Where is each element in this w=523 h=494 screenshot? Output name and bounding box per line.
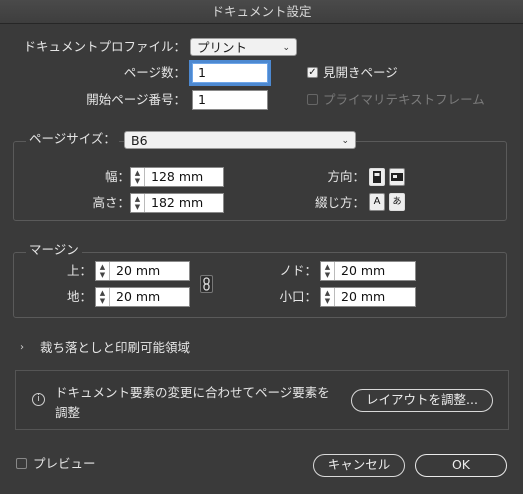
margin-bottom-label: 地：: [66, 289, 92, 304]
info-message-line2: 調整: [55, 405, 81, 420]
link-margins-chain-icon[interactable]: [200, 275, 213, 293]
page-size-select[interactable]: B6 ⌄: [124, 131, 356, 149]
chevron-right-icon[interactable]: ›: [20, 339, 24, 357]
facing-pages-label: 見開きページ: [323, 65, 398, 80]
margin-outside-label: 小口：: [279, 289, 317, 304]
start-page-label: 開始ページ番号：: [86, 92, 186, 107]
pages-input[interactable]: 1: [192, 63, 268, 83]
chevron-down-icon: ⌄: [282, 43, 290, 53]
width-label: 幅：: [104, 169, 130, 184]
margin-bottom-stepper[interactable]: ▲ ▼ 20 mm: [95, 287, 190, 307]
stepper-arrows-icon[interactable]: ▲ ▼: [321, 288, 335, 306]
info-icon: i: [32, 393, 45, 406]
chevron-down-icon: ⌄: [341, 136, 349, 146]
margin-top-value: 20 mm: [116, 263, 161, 278]
stepper-arrows-icon[interactable]: ▲ ▼: [321, 262, 335, 280]
left-binding-glyph: A: [373, 196, 381, 207]
preview-checkbox[interactable]: [16, 458, 27, 469]
profile-label: ドキュメントプロファイル：: [23, 39, 186, 54]
margin-outside-stepper[interactable]: ▲ ▼ 20 mm: [320, 287, 416, 307]
width-stepper[interactable]: ▲ ▼ 128 mm: [130, 167, 224, 187]
margin-inside-stepper[interactable]: ▲ ▼ 20 mm: [320, 261, 416, 281]
primary-text-frame-label: プライマリテキストフレーム: [323, 92, 485, 107]
margin-top-stepper[interactable]: ▲ ▼ 20 mm: [95, 261, 190, 281]
info-message-line1: ドキュメント要素の変更に合わせてページ要素を: [55, 385, 330, 400]
page-size-select-value: B6: [131, 133, 148, 148]
margins-label: マージン: [26, 242, 82, 258]
stepper-arrows-icon[interactable]: ▲ ▼: [131, 194, 145, 212]
orientation-label: 方向：: [327, 169, 365, 184]
profile-select[interactable]: プリント ⌄: [190, 38, 297, 56]
pages-label: ページ数：: [123, 65, 186, 80]
height-stepper[interactable]: ▲ ▼ 182 mm: [130, 193, 224, 213]
landscape-orientation-icon[interactable]: [389, 168, 405, 186]
margin-inside-label: ノド：: [279, 263, 317, 278]
facing-pages-checkbox[interactable]: ✓: [307, 67, 318, 78]
primary-text-frame-checkbox[interactable]: [307, 94, 318, 105]
margin-inside-value: 20 mm: [341, 263, 386, 278]
right-binding-icon[interactable]: あ: [389, 193, 405, 211]
margin-bottom-value: 20 mm: [116, 289, 161, 304]
page-size-label: ページサイズ：: [26, 131, 119, 147]
pages-input-value: 1: [198, 65, 206, 80]
stepper-arrows-icon[interactable]: ▲ ▼: [96, 288, 110, 306]
height-value: 182 mm: [151, 195, 204, 210]
stepper-arrows-icon[interactable]: ▲ ▼: [96, 262, 110, 280]
window-title: ドキュメント設定: [211, 4, 312, 19]
adjust-layout-button[interactable]: レイアウトを調整...: [351, 389, 493, 412]
bleed-section-toggle[interactable]: 裁ち落としと印刷可能領域: [40, 339, 190, 357]
stepper-arrows-icon[interactable]: ▲ ▼: [131, 168, 145, 186]
portrait-orientation-icon[interactable]: [369, 168, 385, 186]
profile-select-value: プリント: [197, 40, 248, 55]
left-binding-icon[interactable]: A: [369, 193, 385, 211]
margin-top-label: 上：: [66, 263, 92, 278]
height-label: 高さ：: [92, 195, 130, 210]
start-page-input-value: 1: [198, 92, 206, 107]
window-titlebar: ドキュメント設定: [0, 0, 523, 24]
ok-button[interactable]: OK: [415, 454, 507, 477]
binding-label: 綴じ方：: [314, 195, 365, 210]
margin-outside-value: 20 mm: [341, 289, 386, 304]
right-binding-glyph: あ: [392, 197, 402, 207]
start-page-input[interactable]: 1: [192, 90, 268, 110]
width-value: 128 mm: [151, 169, 204, 184]
preview-label: プレビュー: [33, 456, 96, 471]
cancel-button[interactable]: キャンセル: [313, 454, 405, 477]
